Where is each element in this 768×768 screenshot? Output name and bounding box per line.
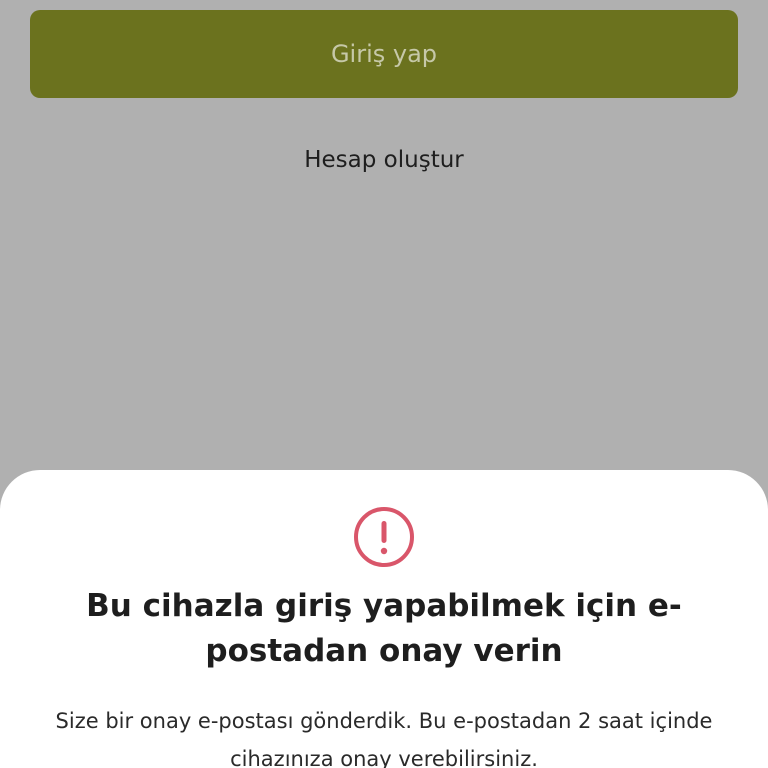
- alert-circle-icon: [354, 507, 414, 567]
- create-account-link[interactable]: Hesap oluştur: [0, 140, 768, 180]
- sheet-message: Size bir onay e-postası gönderdik. Bu e-…: [55, 709, 713, 768]
- confirmation-bottom-sheet: Bu cihazla giriş yapabilmek için e-posta…: [0, 470, 768, 768]
- login-button[interactable]: Giriş yap: [30, 10, 738, 98]
- sheet-title: Bu cihazla giriş yapabilmek için e-posta…: [86, 588, 682, 669]
